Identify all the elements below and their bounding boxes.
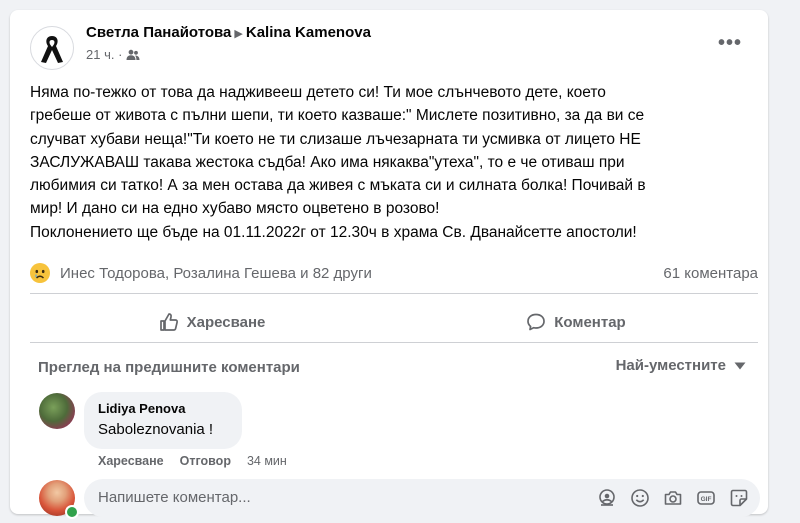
gif-icon[interactable]: GIF: [695, 487, 717, 509]
online-status-dot: [65, 505, 79, 519]
author-name[interactable]: Светла Панайотова: [86, 24, 231, 41]
comment-label: Коментар: [554, 313, 626, 331]
target-name[interactable]: Kalina Kamenova: [246, 24, 371, 41]
sad-reaction-icon[interactable]: [30, 263, 50, 283]
like-label: Харесване: [186, 313, 266, 331]
divider: [30, 293, 758, 294]
reactions-bar: Инес Тодорова, Розалина Гешева и 82 друг…: [30, 262, 758, 286]
post-card: Светла Панайотова ▶ Kalina Kamenova 21 ч. …: [10, 10, 768, 519]
sort-label: Най-уместните: [615, 357, 726, 374]
post-time[interactable]: 21 ч. ·: [86, 47, 122, 62]
comment-button[interactable]: Коментар: [394, 304, 758, 340]
comment-text: Saboleznovania !: [98, 421, 214, 438]
reactors-names[interactable]: Инес Тодорова, Розалина Гешева и 82 друг…: [60, 265, 372, 282]
shared-to-arrow-icon: ▶: [234, 28, 243, 40]
like-button[interactable]: Харесване: [30, 304, 394, 340]
divider: [30, 342, 758, 343]
mourning-ribbon-icon: [41, 36, 63, 63]
comment-input-placeholder: Напишете коментар...: [98, 489, 251, 506]
author-avatar[interactable]: [30, 26, 74, 70]
comment-bubble-icon: [527, 313, 546, 331]
commenter-avatar[interactable]: [39, 393, 75, 429]
comment-input[interactable]: Напишете коментар... GIF: [84, 479, 760, 517]
comment-bubble: Lidiya Penova Saboleznovania !: [84, 392, 242, 449]
friends-audience-icon: [126, 49, 140, 60]
more-options-icon[interactable]: •••: [718, 32, 742, 55]
comment-like-link[interactable]: Харесване: [98, 454, 164, 468]
comment-author[interactable]: Lidiya Penova: [98, 401, 185, 416]
composer-icons: GIF: [596, 487, 750, 509]
emoji-icon[interactable]: [629, 487, 651, 509]
comments-count[interactable]: 61 коментара: [663, 265, 758, 282]
svg-text:GIF: GIF: [701, 496, 712, 503]
view-previous-comments-link[interactable]: Преглед на предишните коментари: [38, 359, 300, 376]
post-author-line: Светла Панайотова ▶ Kalina Kamenova: [86, 24, 371, 41]
post-meta: 21 ч. ·: [86, 47, 140, 62]
sticker-icon[interactable]: [728, 487, 750, 509]
avatar-sticker-icon[interactable]: [596, 487, 618, 509]
comment-time[interactable]: 34 мин: [247, 454, 287, 468]
post-header: Светла Панайотова ▶ Kalina Kamenova 21 ч. …: [28, 22, 750, 70]
comment-reply-link[interactable]: Отговор: [180, 454, 231, 468]
camera-icon[interactable]: [662, 487, 684, 509]
scrollbar[interactable]: [783, 0, 800, 523]
comment-actions: Харесване Отговор 34 мин: [98, 454, 287, 468]
post-text: Няма по-тежко от това да надживееш детет…: [30, 84, 646, 241]
post-actions: Харесване Коментар: [30, 304, 758, 340]
thumbs-up-icon: [159, 313, 178, 331]
caret-down-icon: [734, 362, 746, 369]
comments-sort-dropdown[interactable]: Най-уместните: [616, 357, 746, 374]
